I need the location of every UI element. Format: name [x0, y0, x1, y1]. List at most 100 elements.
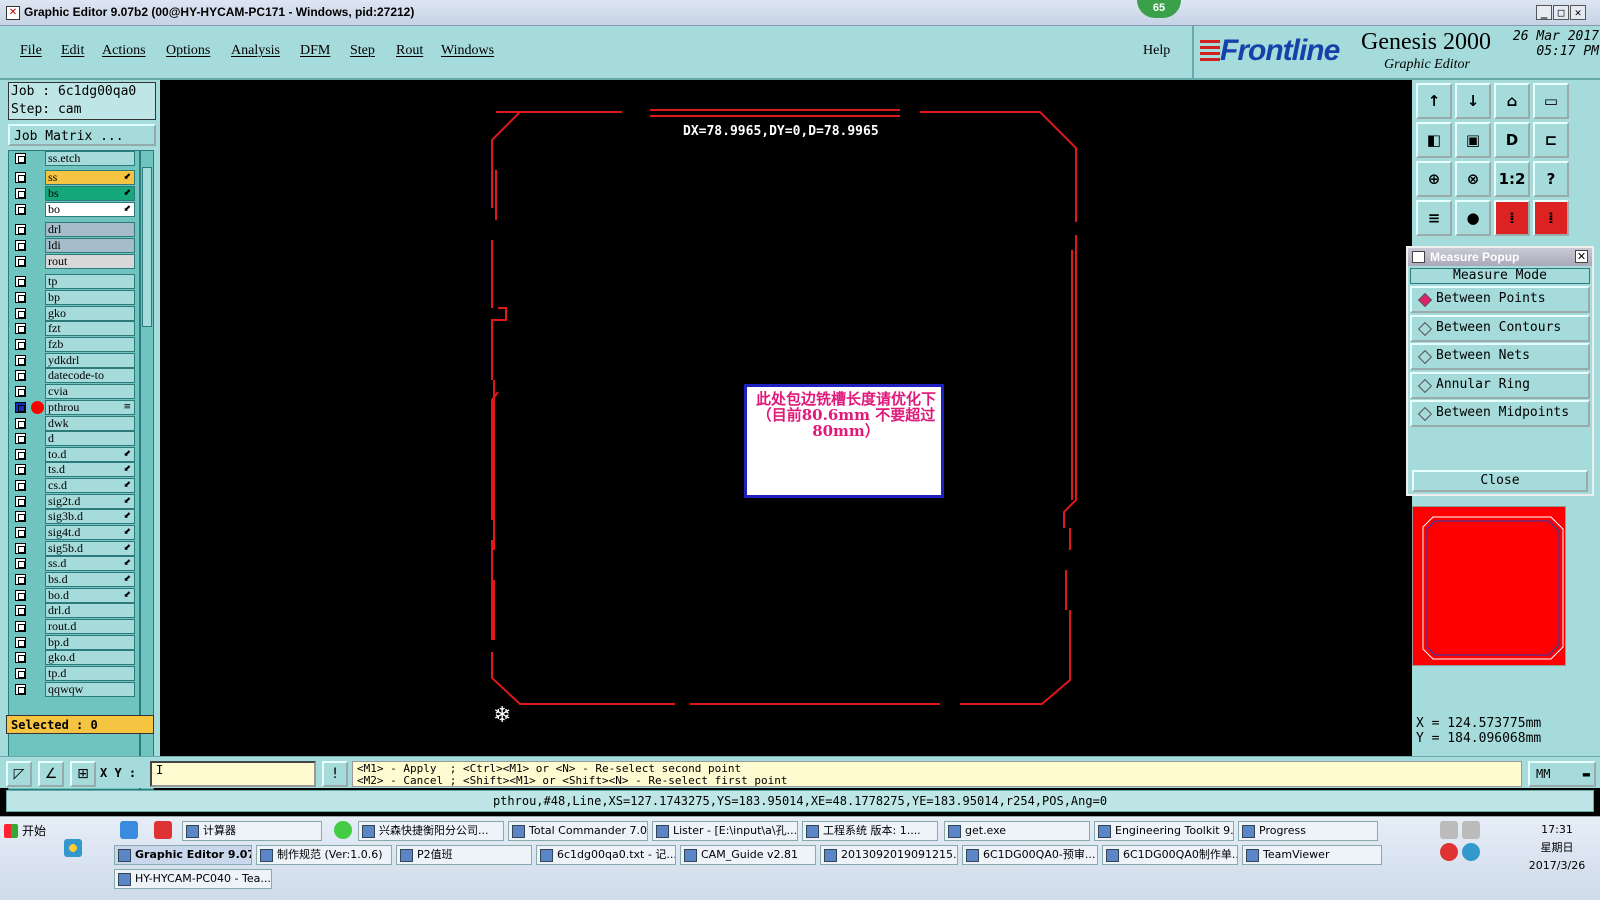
layer-checkbox[interactable] — [15, 323, 26, 334]
maximize-button[interactable]: □ — [1553, 5, 1569, 20]
snap-tool-icon[interactable]: ◸ — [6, 761, 32, 787]
layer-checkbox[interactable] — [15, 496, 26, 507]
taskbar-item[interactable]: 工程系统 版本: 1.... — [802, 821, 938, 841]
taskbar-item[interactable]: 2013092019091215.... — [820, 845, 958, 865]
layer-checkbox[interactable] — [15, 276, 26, 287]
layer-row[interactable]: ydkdrl — [9, 353, 139, 368]
xy-input[interactable]: I — [150, 761, 316, 787]
layer-row[interactable]: tp.d — [9, 666, 139, 681]
layer-row[interactable]: sig3b.d ⬋ — [9, 509, 139, 524]
layer-row[interactable]: pthrou ≡ — [9, 400, 139, 415]
notification-badge[interactable]: 65 — [1137, 0, 1181, 18]
menu-windows[interactable]: Windows — [441, 43, 494, 59]
measure-option[interactable]: Annular Ring — [1410, 371, 1590, 399]
layer-checkbox[interactable] — [15, 605, 26, 616]
zoom-box-icon[interactable]: ▣ — [1455, 122, 1491, 158]
layer-name[interactable]: ldi — [45, 238, 135, 253]
taskbar-item[interactable]: Lister - [E:\input\a\孔... — [652, 821, 798, 841]
layer-name[interactable]: cvia — [45, 384, 135, 399]
unit-selector[interactable]: MM ▬ — [1528, 761, 1596, 787]
net-left-icon[interactable]: ⁞ — [1494, 200, 1530, 236]
layer-name[interactable]: rout — [45, 254, 135, 269]
layer-name[interactable]: to.d ⬋ — [45, 447, 135, 462]
layer-name[interactable]: sig4t.d ⬋ — [45, 525, 135, 540]
layer-row[interactable]: qqwqw — [9, 682, 139, 697]
layer-checkbox[interactable] — [15, 527, 26, 538]
menu-rout[interactable]: Rout — [396, 43, 423, 59]
minimize-button[interactable]: _ — [1536, 5, 1552, 20]
layer-row[interactable]: fzt — [9, 321, 139, 336]
layer-row[interactable]: bs.d ⬋ — [9, 572, 139, 587]
layer-row[interactable]: drl.d — [9, 603, 139, 618]
layer-checkbox[interactable] — [15, 652, 26, 663]
layer-name[interactable]: ydkdrl — [45, 353, 135, 368]
layer-row[interactable]: cs.d ⬋ — [9, 478, 139, 493]
layer-name[interactable]: gko — [45, 306, 135, 321]
tray-app-icon[interactable] — [1440, 843, 1458, 861]
quicklaunch-desktop-icon[interactable] — [120, 821, 138, 839]
layer-checkbox[interactable] — [15, 418, 26, 429]
layer-checkbox[interactable] — [15, 590, 26, 601]
layer-name[interactable]: gko.d — [45, 650, 135, 665]
layer-name[interactable]: ss.etch — [45, 151, 135, 166]
layer-name[interactable]: fzt — [45, 321, 135, 336]
quicklaunch-pdf-icon[interactable] — [154, 821, 172, 839]
layer-scrollbar[interactable] — [140, 150, 154, 790]
layer-row[interactable]: drl — [9, 222, 139, 237]
layer-row[interactable]: tp — [9, 274, 139, 289]
d-icon[interactable]: D — [1494, 122, 1530, 158]
alert-icon[interactable]: ! — [322, 761, 348, 787]
layer-row[interactable]: gko.d — [9, 650, 139, 665]
layer-name[interactable]: bs ⬋ — [45, 186, 135, 201]
layer-checkbox[interactable] — [15, 224, 26, 235]
measure-option[interactable]: Between Midpoints — [1410, 400, 1590, 427]
layer-checkbox[interactable] — [15, 153, 26, 164]
layer-name[interactable]: pthrou ≡ — [45, 400, 135, 415]
layer-checkbox[interactable] — [15, 511, 26, 522]
layer-checkbox[interactable] — [15, 386, 26, 397]
probe-icon[interactable]: ● — [1455, 200, 1491, 236]
layer-name[interactable]: sig3b.d ⬋ — [45, 509, 135, 524]
layer-row[interactable]: d — [9, 431, 139, 446]
tray-teamviewer-icon[interactable] — [1462, 843, 1480, 861]
taskbar-item[interactable]: Total Commander 7.0 ... — [508, 821, 648, 841]
taskbar-item[interactable]: Progress — [1238, 821, 1378, 841]
layer-checkbox[interactable] — [15, 558, 26, 569]
layer-checkbox[interactable] — [15, 684, 26, 695]
layer-name[interactable]: bs.d ⬋ — [45, 572, 135, 587]
taskbar-item[interactable]: 6c1dg00qa0.txt - 记... — [536, 845, 676, 865]
layer-row[interactable]: bp.d — [9, 635, 139, 650]
start-button[interactable]: 开始 — [2, 821, 58, 841]
fit-icon[interactable]: ⊕ — [1416, 161, 1452, 197]
layer-name[interactable]: sig5b.d ⬋ — [45, 541, 135, 556]
layer-name[interactable]: d — [45, 431, 135, 446]
popup-close-icon[interactable]: ✕ — [1575, 250, 1588, 263]
taskbar-item[interactable]: 6C1DG00QA0制作单... — [1102, 845, 1238, 865]
tray-network-icon[interactable] — [1440, 821, 1458, 839]
net-right-icon[interactable]: ⁞ — [1533, 200, 1569, 236]
menu-step[interactable]: Step — [350, 43, 375, 59]
zoom-left-icon[interactable]: ◧ — [1416, 122, 1452, 158]
layer-checkbox[interactable] — [15, 464, 26, 475]
layer-name[interactable]: rout.d — [45, 619, 135, 634]
menu-dfm[interactable]: DFM — [300, 43, 330, 59]
layer-checkbox[interactable] — [15, 574, 26, 585]
layer-checkbox[interactable] — [15, 240, 26, 251]
layer-checkbox[interactable] — [15, 256, 26, 267]
taskbar-item[interactable]: 制作规范 (Ver:1.0.6) — [256, 845, 392, 865]
layer-row[interactable]: cvia — [9, 384, 139, 399]
measure-option[interactable]: Between Contours — [1410, 314, 1590, 342]
import-icon[interactable]: ↑ — [1416, 83, 1452, 119]
taskbar-item[interactable]: TeamViewer — [1242, 845, 1382, 865]
layer-checkbox[interactable] — [15, 480, 26, 491]
layer-name[interactable]: tp.d — [45, 666, 135, 681]
layer-name[interactable]: bo ⬋ — [45, 202, 135, 217]
scale-icon[interactable]: 1:2 — [1494, 161, 1530, 197]
taskbar-item[interactable]: 6C1DG00QA0-预审... — [962, 845, 1098, 865]
layer-checkbox[interactable] — [15, 204, 26, 215]
menu-edit[interactable]: Edit — [61, 43, 84, 59]
layer-checkbox[interactable] — [15, 543, 26, 554]
layer-checkbox[interactable] — [15, 433, 26, 444]
layer-checkbox[interactable] — [15, 172, 26, 183]
scrollbar-thumb[interactable] — [142, 167, 152, 327]
